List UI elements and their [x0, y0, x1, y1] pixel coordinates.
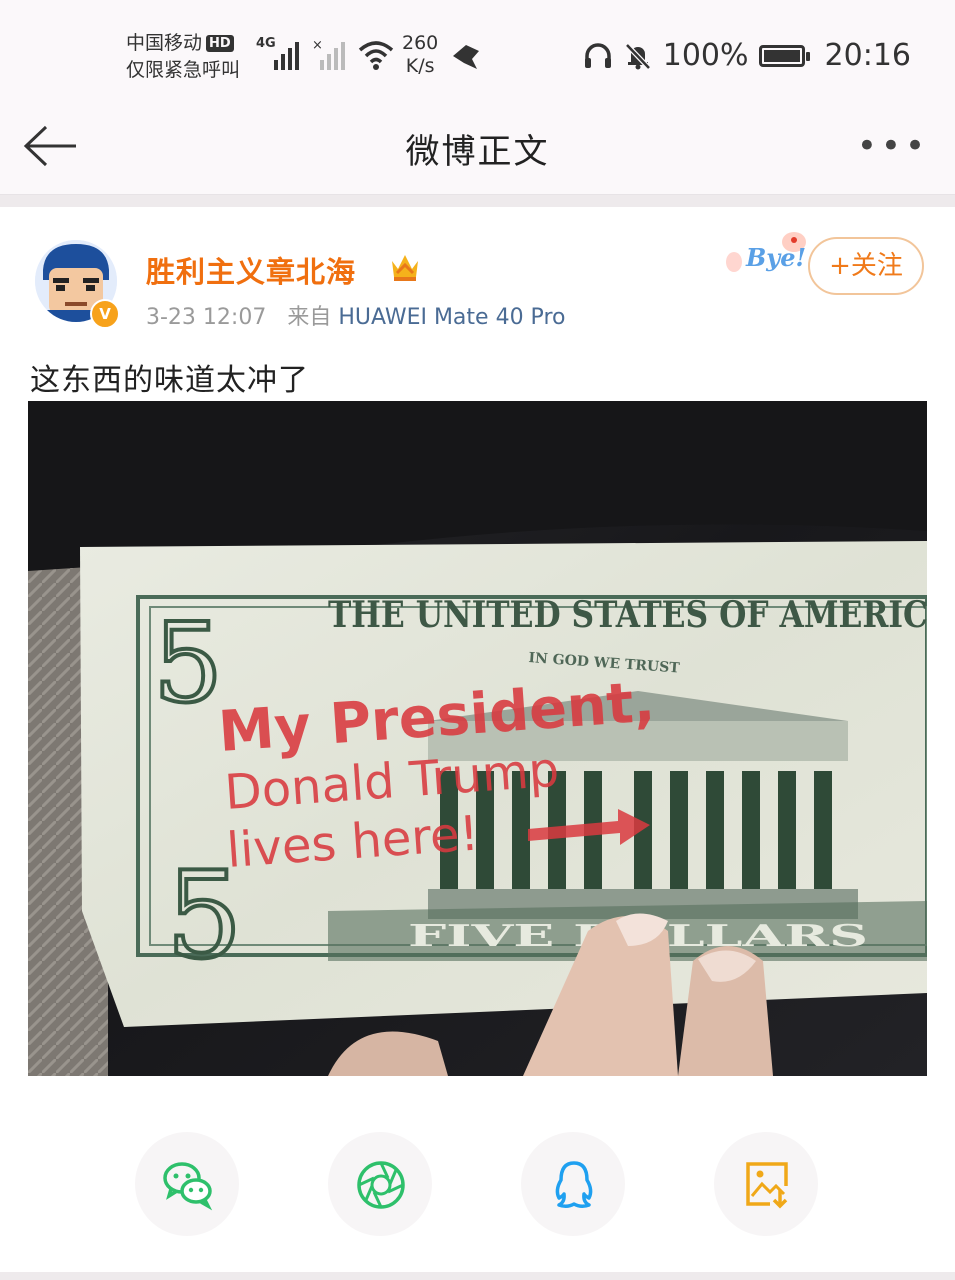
wechat-icon: [163, 1162, 213, 1211]
post-text: 这东西的味道太冲了: [30, 363, 309, 398]
share-row: [0, 1132, 955, 1242]
right-status: 100% 20:16: [583, 38, 911, 73]
username[interactable]: 胜利主义章北海: [146, 249, 356, 291]
clock: 20:16: [824, 38, 911, 73]
save-image-button[interactable]: [714, 1132, 818, 1236]
network-speed: 260 K/s: [402, 32, 438, 78]
hd-badge: HD: [206, 35, 234, 52]
carrier-info: 中国移动 HD 仅限紧急呼叫: [126, 30, 240, 84]
speed-unit: K/s: [405, 55, 435, 77]
corner-five-top: 5: [153, 599, 223, 727]
source-prefix: 来自: [287, 305, 332, 330]
battery-fill: [763, 49, 800, 62]
share-moments-button[interactable]: [328, 1132, 432, 1236]
save-image-icon: [746, 1162, 788, 1209]
vip-crown-icon: [388, 251, 422, 287]
verified-badge: V: [90, 299, 120, 329]
nav-bar: 微博正文 •••: [0, 96, 955, 195]
carrier-name: 中国移动: [126, 32, 203, 54]
sticker-text: Bye!: [745, 243, 806, 272]
bill-top-text: THE UNITED STATES OF AMERIC: [328, 594, 927, 636]
emergency-text: 仅限紧急呼叫: [126, 59, 241, 81]
app-notification-icon: [450, 42, 482, 76]
post-time: 3-23 12:07: [146, 305, 267, 330]
follow-button[interactable]: +关注: [808, 237, 924, 295]
second-signal-icon: ×: [312, 38, 350, 76]
cellular-signal-icon: 4G: [256, 36, 304, 76]
share-wechat-button[interactable]: [135, 1132, 239, 1236]
svg-text:×: ×: [312, 38, 323, 53]
wifi-icon: [356, 38, 396, 76]
share-qq-button[interactable]: [521, 1132, 625, 1236]
speed-value: 260: [402, 32, 439, 54]
bye-sticker: Bye!: [722, 224, 818, 288]
battery-icon: [758, 44, 810, 67]
headphones-icon: [584, 42, 611, 68]
source-device[interactable]: HUAWEI Mate 40 Pro: [338, 305, 565, 330]
section-divider: [0, 195, 955, 207]
network-type: 4G: [256, 36, 276, 51]
dollar-bill-photo: 5 5 THE UNITED STATES OF AMERIC IN GOD W…: [28, 401, 927, 1076]
more-button[interactable]: •••: [857, 126, 929, 166]
page-title: 微博正文: [405, 132, 550, 172]
status-bar: 中国移动 HD 仅限紧急呼叫 4G × 260 K/s 100% 20:16: [0, 0, 955, 96]
post-image[interactable]: 5 5 THE UNITED STATES OF AMERIC IN GOD W…: [28, 401, 927, 1076]
post-card: V 胜利主义章北海 3-23 12:07 来自 HUAWEI Mate 40 P…: [0, 207, 955, 1280]
qq-icon: [555, 1161, 593, 1209]
mute-bell-icon: [624, 42, 651, 70]
post-meta: 3-23 12:07 来自 HUAWEI Mate 40 Pro: [146, 299, 565, 331]
bottom-divider: [0, 1272, 955, 1280]
battery-percent: 100%: [662, 38, 749, 73]
moments-icon: [357, 1161, 405, 1209]
